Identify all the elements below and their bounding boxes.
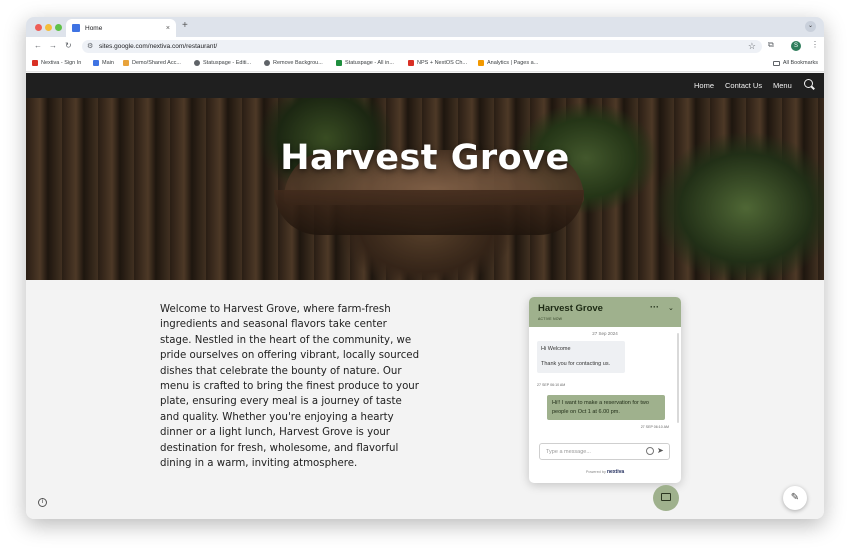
hero-title: Harvest Grove: [280, 138, 570, 178]
tab-close-icon[interactable]: ×: [166, 25, 170, 32]
profile-avatar[interactable]: S: [791, 41, 801, 51]
powered-by: Powered by nextiva: [585, 469, 625, 475]
search-icon[interactable]: [804, 79, 813, 88]
bookmark-label: NPS + NextOS Ch...: [417, 60, 467, 66]
site-navbar: Home Contact Us Menu: [26, 73, 824, 98]
nav-home-link[interactable]: Home: [694, 81, 714, 90]
chat-toggle-button[interactable]: [653, 485, 679, 511]
website: Home Contact Us Menu Harvest Grove Welco…: [26, 73, 824, 519]
drive-icon: [123, 60, 129, 66]
extensions-icon[interactable]: ⧉: [768, 40, 774, 50]
browser-window: Home × + ⌄ ← → ↻ ⚙ sites.google.com/next…: [26, 17, 824, 519]
chat-more-icon[interactable]: ···: [650, 302, 659, 312]
minimize-window-button[interactable]: [45, 24, 52, 31]
info-icon[interactable]: i: [38, 498, 47, 507]
chat-widget: Harvest Grove ACTIVE NOW ··· ⌄ 27 Sep 20…: [529, 297, 681, 483]
message-placeholder: Type a message...: [546, 449, 591, 455]
bookmark-label: Statuspage - All in...: [345, 60, 394, 66]
address-bar[interactable]: ⚙ sites.google.com/nextiva.com/restauran…: [82, 40, 762, 53]
maximize-window-button[interactable]: [55, 24, 62, 31]
chat-scrollbar[interactable]: [677, 333, 679, 423]
sites-favicon-icon: [72, 24, 80, 32]
intro-paragraph: Welcome to Harvest Grove, where farm-fre…: [160, 304, 420, 470]
send-icon[interactable]: ➤: [657, 447, 664, 455]
folder-icon: [772, 60, 780, 66]
incoming-message: Hi Welcome Thank you for contacting us.: [537, 341, 625, 373]
all-bookmarks-label: All Bookmarks: [782, 60, 818, 66]
bookmark-item[interactable]: Demo/Shared Acc...: [123, 60, 181, 66]
bookmark-label: Nextiva - Sign In: [41, 60, 82, 66]
outgoing-message: Hi!! I want to make a reservation for tw…: [547, 395, 665, 420]
tab-home[interactable]: Home ×: [66, 19, 176, 37]
chat-date: 27 Sep 2024: [592, 331, 618, 336]
statuspage-icon: [336, 60, 342, 66]
nextiva-icon: [408, 60, 414, 66]
bookmark-label: Remove Backgrou...: [273, 60, 323, 66]
sites-icon: [93, 60, 99, 66]
message-timestamp: 27 SEP 06:10 AM: [537, 383, 566, 387]
bookmark-item[interactable]: Statuspage - All in...: [336, 60, 394, 66]
bookmark-item[interactable]: Main: [93, 60, 114, 66]
message-input[interactable]: Type a message... ➤: [539, 443, 670, 460]
tab-search-icon[interactable]: ⌄: [805, 21, 816, 32]
emoji-icon[interactable]: [646, 447, 654, 455]
new-tab-button[interactable]: +: [182, 20, 188, 31]
nav-contact-link[interactable]: Contact Us: [725, 81, 762, 90]
hero-banner: Harvest Grove: [26, 98, 824, 280]
all-bookmarks-button[interactable]: All Bookmarks: [772, 60, 818, 66]
back-icon[interactable]: ←: [34, 41, 42, 50]
eye-icon: [264, 60, 270, 66]
bookmark-item[interactable]: Analytics | Pages a...: [478, 60, 538, 66]
bookmark-item[interactable]: NPS + NextOS Ch...: [408, 60, 467, 66]
bookmark-item[interactable]: Nextiva - Sign In: [32, 60, 81, 66]
chat-header: Harvest Grove ACTIVE NOW ··· ⌄: [529, 297, 681, 327]
message-text: Thank you for contacting us.: [541, 361, 611, 367]
nextiva-logo: nextiva: [606, 469, 625, 475]
bookmarks-bar: Nextiva - Sign In Main Demo/Shared Acc..…: [26, 56, 824, 72]
nav-menu-link[interactable]: Menu: [773, 81, 792, 90]
address-toolbar: ← → ↻ ⚙ sites.google.com/nextiva.com/res…: [26, 37, 824, 56]
url-text: sites.google.com/nextiva.com/restaurant/: [99, 43, 218, 50]
forward-icon[interactable]: →: [49, 41, 57, 50]
edit-button[interactable]: ✎: [783, 486, 807, 510]
bookmark-star-icon[interactable]: ☆: [748, 41, 756, 52]
pencil-icon: ✎: [790, 492, 800, 503]
chat-title: Harvest Grove: [538, 303, 603, 314]
reload-icon[interactable]: ↻: [65, 41, 72, 50]
message-timestamp: 27 SEP 06:10 AM: [640, 425, 669, 429]
bookmark-label: Statuspage - Editi...: [203, 60, 251, 66]
tab-label: Home: [85, 24, 103, 32]
chat-bubble-icon: [661, 493, 671, 501]
more-menu-icon[interactable]: ⋮: [811, 40, 819, 49]
message-text: Hi Welcome: [541, 346, 571, 352]
tab-bar: Home × + ⌄: [26, 17, 824, 37]
nextiva-icon: [32, 60, 38, 66]
bookmark-item[interactable]: Remove Backgrou...: [264, 60, 323, 66]
chevron-down-icon[interactable]: ⌄: [668, 304, 674, 312]
site-info-icon[interactable]: ⚙: [87, 42, 93, 50]
analytics-icon: [478, 60, 484, 66]
bookmark-label: Main: [102, 60, 114, 66]
bookmark-label: Demo/Shared Acc...: [132, 60, 181, 66]
bookmark-label: Analytics | Pages a...: [487, 60, 539, 66]
close-window-button[interactable]: [35, 24, 42, 31]
bookmark-item[interactable]: Statuspage - Editi...: [194, 60, 251, 66]
chat-status: ACTIVE NOW: [538, 317, 563, 321]
globe-icon: [194, 60, 200, 66]
main-content: Welcome to Harvest Grove, where farm-fre…: [26, 280, 824, 519]
